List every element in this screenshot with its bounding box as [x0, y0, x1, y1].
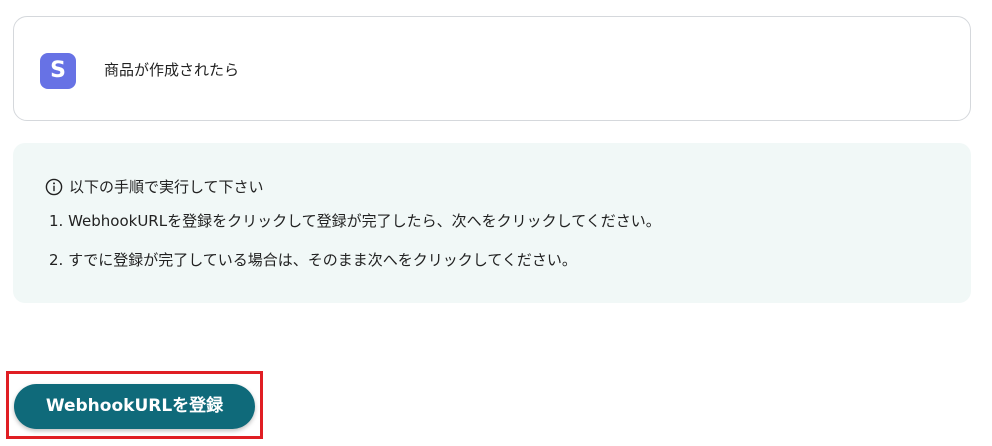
instruction-step-2: 2. すでに登録が完了している場合は、そのまま次へをクリックしてください。: [49, 251, 577, 269]
trigger-card[interactable]: S 商品が作成されたら: [13, 16, 971, 121]
register-webhook-button[interactable]: WebhookURLを登録: [14, 384, 255, 429]
instructions-heading: 以下の手順で実行して下さい: [45, 176, 264, 198]
trigger-label: 商品が作成されたら: [104, 61, 240, 79]
instructions-heading-text: 以下の手順で実行して下さい: [69, 178, 264, 196]
instructions-box: 以下の手順で実行して下さい 1. WebhookURLを登録をクリックして登録が…: [13, 143, 971, 303]
info-icon: [45, 178, 63, 196]
instruction-step-1: 1. WebhookURLを登録をクリックして登録が完了したら、次へをクリックし…: [49, 212, 661, 230]
stripe-icon: S: [40, 53, 76, 89]
